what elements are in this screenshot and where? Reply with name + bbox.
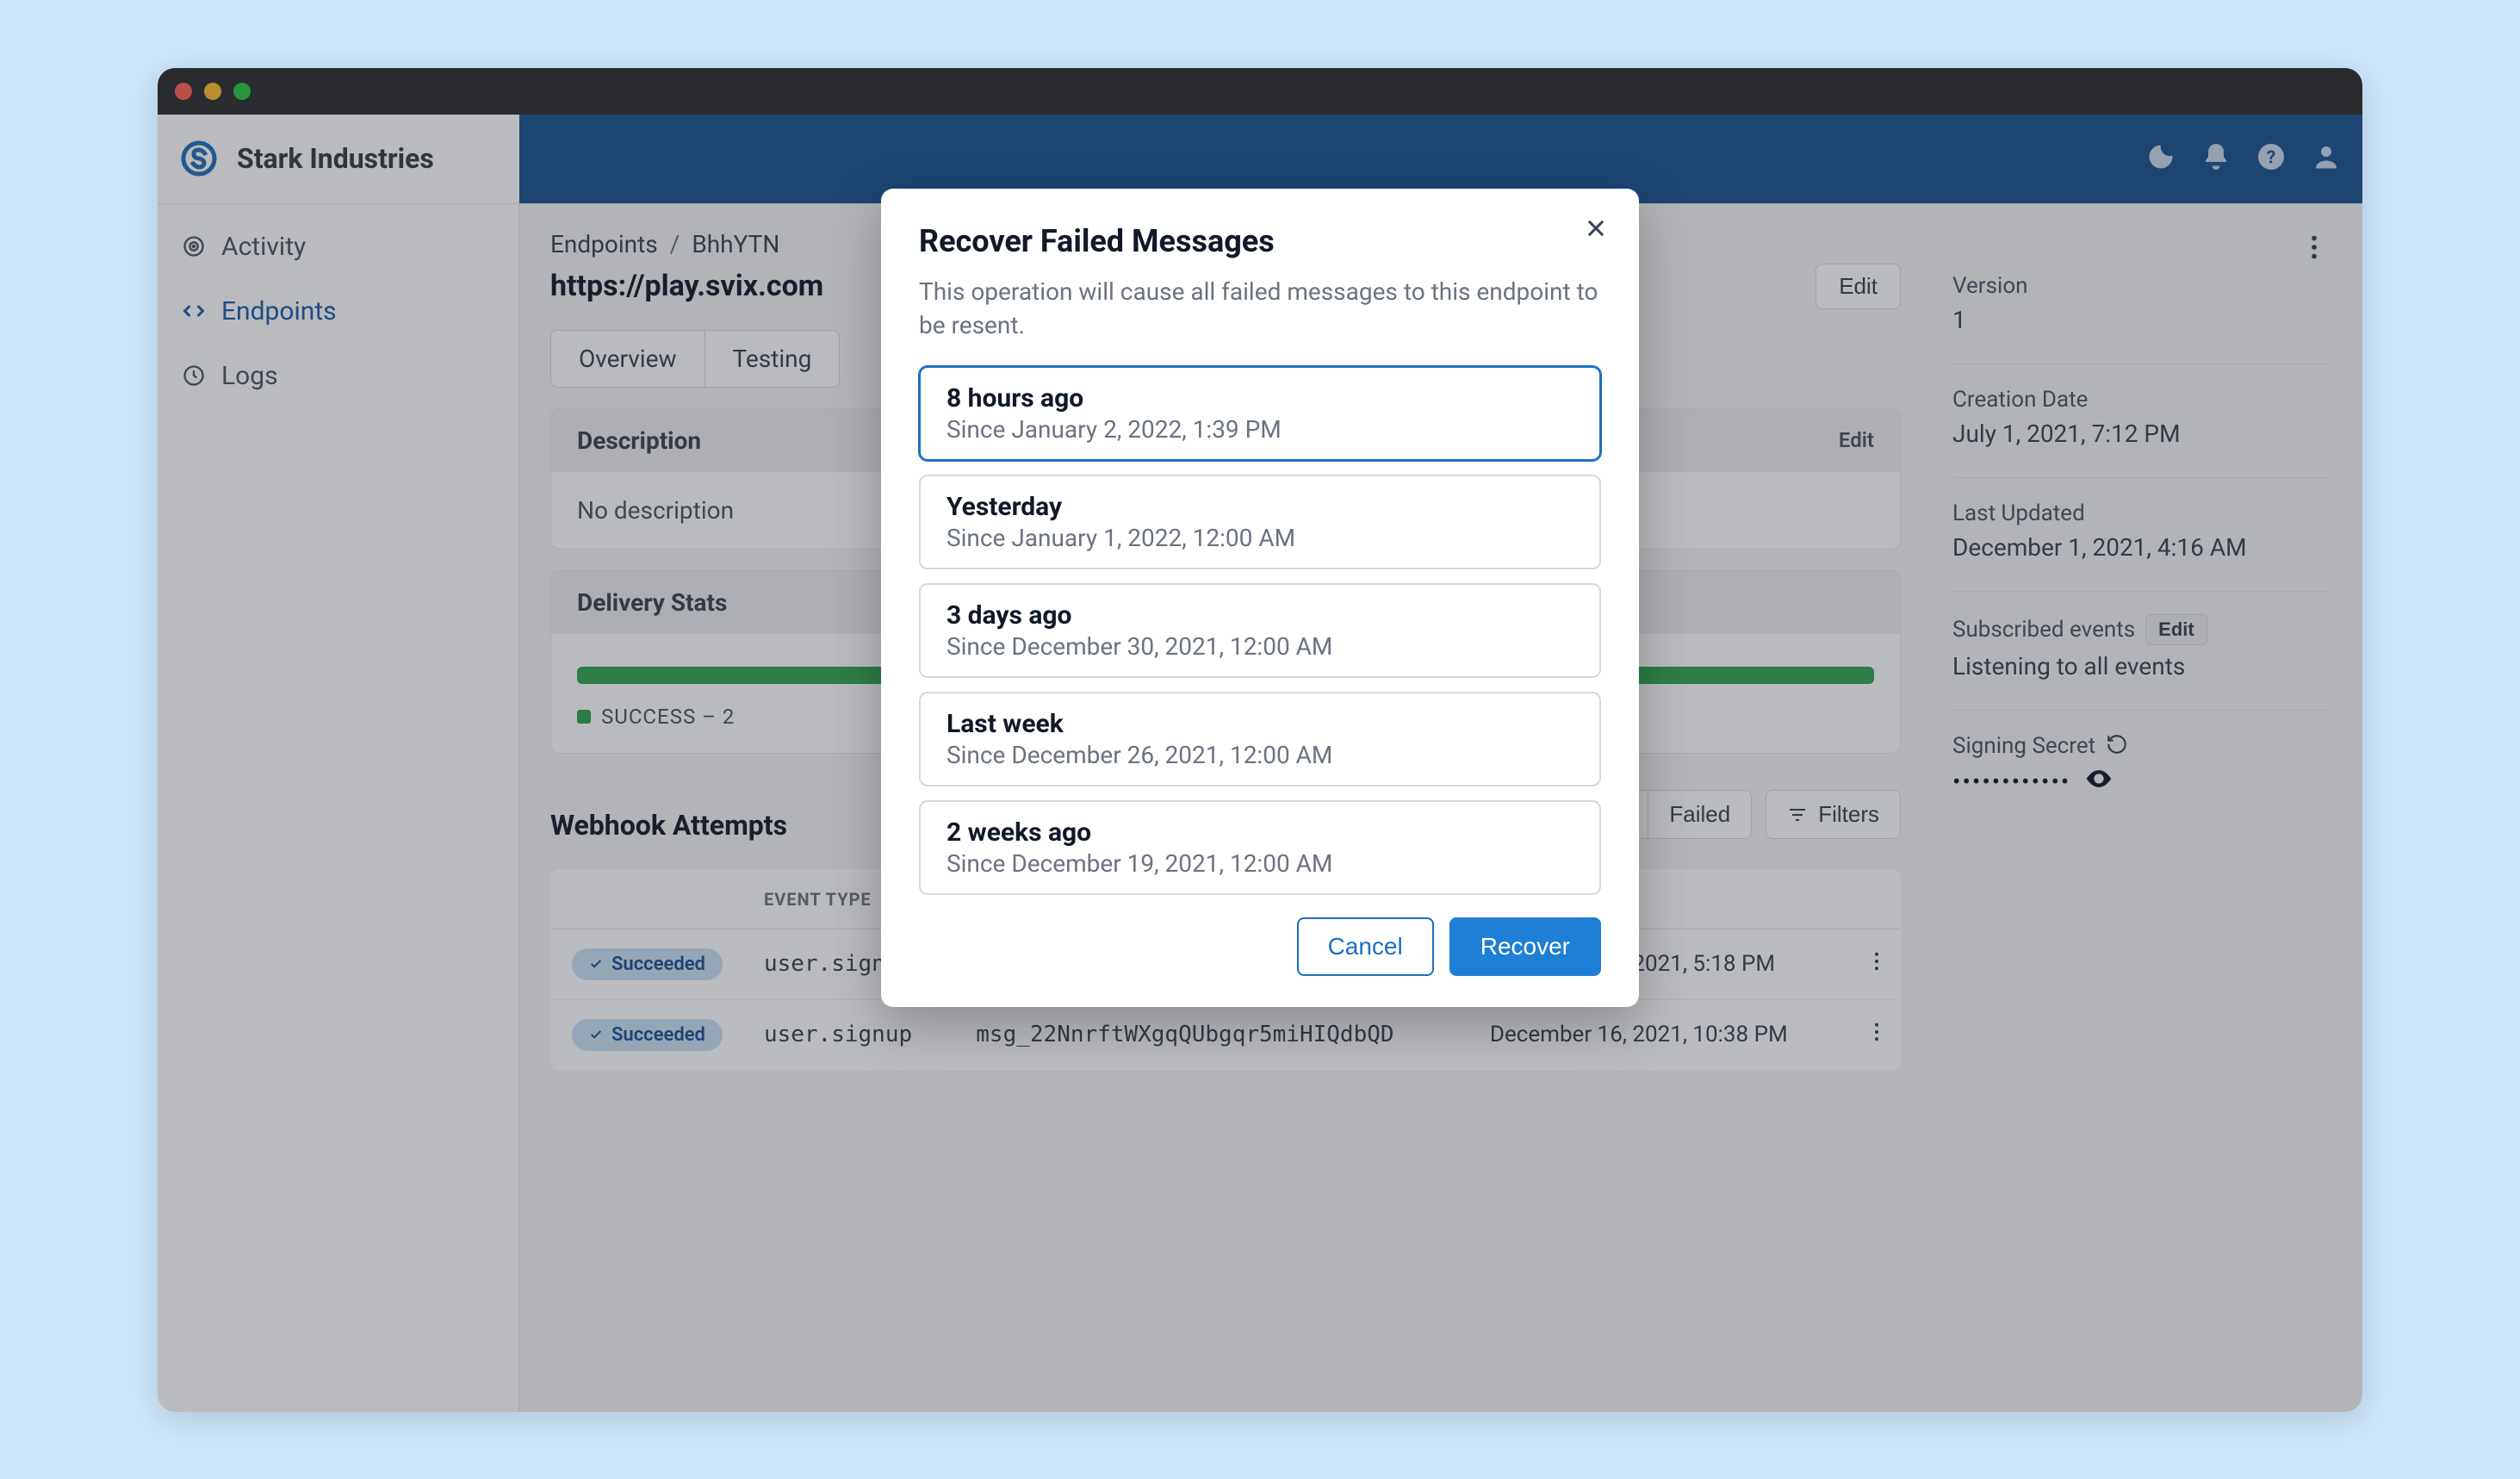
option-title: 2 weeks ago bbox=[947, 817, 1573, 848]
recover-option[interactable]: 2 weeks agoSince December 19, 2021, 12:0… bbox=[919, 800, 1601, 895]
modal-overlay[interactable]: Recover Failed Messages This operation w… bbox=[158, 68, 2362, 1412]
option-subtitle: Since December 30, 2021, 12:00 AM bbox=[947, 632, 1573, 661]
recover-option[interactable]: YesterdaySince January 1, 2022, 12:00 AM bbox=[919, 475, 1601, 569]
option-subtitle: Since December 26, 2021, 12:00 AM bbox=[947, 741, 1573, 769]
modal-description: This operation will cause all failed mes… bbox=[919, 275, 1601, 342]
recover-modal: Recover Failed Messages This operation w… bbox=[881, 189, 1639, 1007]
recover-option[interactable]: 8 hours agoSince January 2, 2022, 1:39 P… bbox=[919, 366, 1601, 461]
option-title: Yesterday bbox=[947, 492, 1573, 522]
recover-button[interactable]: Recover bbox=[1449, 917, 1601, 976]
option-subtitle: Since December 19, 2021, 12:00 AM bbox=[947, 849, 1573, 878]
app-window: Stark Industries ? Activity Endpoints bbox=[158, 68, 2362, 1412]
option-title: 8 hours ago bbox=[947, 383, 1573, 413]
option-title: 3 days ago bbox=[947, 600, 1573, 631]
recover-option[interactable]: 3 days agoSince December 30, 2021, 12:00… bbox=[919, 583, 1601, 678]
modal-title: Recover Failed Messages bbox=[919, 223, 1601, 259]
option-subtitle: Since January 2, 2022, 1:39 PM bbox=[947, 415, 1573, 444]
option-subtitle: Since January 1, 2022, 12:00 AM bbox=[947, 524, 1573, 552]
recover-option[interactable]: Last weekSince December 26, 2021, 12:00 … bbox=[919, 692, 1601, 786]
cancel-button[interactable]: Cancel bbox=[1297, 917, 1434, 976]
close-icon[interactable] bbox=[1579, 211, 1613, 245]
option-title: Last week bbox=[947, 709, 1573, 739]
